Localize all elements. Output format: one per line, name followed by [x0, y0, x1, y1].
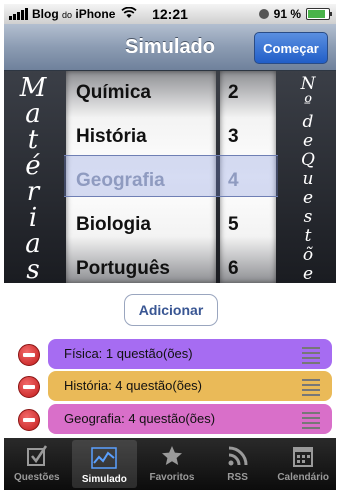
add-button[interactable]: Adicionar: [124, 294, 218, 326]
rss-icon: [224, 442, 252, 470]
subjects-letter: a: [25, 229, 41, 259]
questions-letter: u: [302, 169, 314, 189]
chart-icon: [90, 444, 118, 472]
tab-bar: Questões Simulado Favoritos RSS Calendário: [4, 438, 336, 490]
subjects-vertical-label: Matérias: [10, 75, 56, 283]
remove-icon[interactable]: [18, 344, 40, 366]
tab-label: Favoritos: [149, 472, 195, 483]
list-item: História: 4 questão(ões): [4, 370, 336, 402]
picker-subject-option[interactable]: História: [66, 115, 216, 159]
questions-letter: õ: [302, 245, 314, 265]
reorder-handle-icon[interactable]: [302, 347, 320, 367]
list-item-bar[interactable]: Física: 1 questão(ões): [48, 339, 332, 369]
list-item-bar[interactable]: História: 4 questão(ões): [48, 371, 332, 401]
subjects-letter: t: [27, 125, 39, 155]
battery-percent: 91 %: [273, 7, 301, 21]
list-item-label: Física: 1 questão(ões): [64, 346, 193, 361]
subjects-letter: é: [25, 151, 41, 181]
quiz-picker: Matérias Química História Geografia Biologi…: [4, 71, 336, 283]
picker-subject-option[interactable]: Química: [66, 71, 216, 115]
reorder-handle-icon[interactable]: [302, 412, 320, 432]
list-item: Geografia: 4 questão(ões): [4, 403, 336, 435]
remove-icon[interactable]: [18, 409, 40, 431]
tab-label: Questões: [14, 472, 60, 483]
carrier-suffix: iPhone: [75, 7, 116, 21]
carrier-mid: do: [62, 10, 73, 20]
picker-subject-option[interactable]: Geografia: [66, 159, 216, 203]
picker-count-option[interactable]: 3: [220, 115, 276, 159]
checkbox-icon: [23, 442, 51, 470]
tab-label: Simulado: [81, 474, 127, 485]
carrier-name: Blog do iPhone: [32, 7, 115, 21]
battery-fill: [308, 10, 326, 18]
subjects-letter: a: [25, 99, 41, 129]
battery-icon: [306, 8, 332, 20]
reorder-handle-icon[interactable]: [302, 379, 320, 399]
orientation-lock-icon: [258, 9, 269, 19]
questions-letter: e: [302, 131, 314, 151]
subjects-letter: r: [26, 177, 40, 207]
tab-questoes[interactable]: Questões: [4, 438, 70, 490]
remove-icon[interactable]: [18, 376, 40, 398]
list-item-bar[interactable]: Geografia: 4 questão(ões): [48, 404, 332, 434]
question-count-vertical-label: NºdeQuestões: [282, 74, 334, 284]
tab-simulado[interactable]: Simulado: [71, 440, 138, 488]
picker-subject-option[interactable]: Português: [66, 247, 216, 283]
subjects-letter: M: [19, 73, 47, 103]
tab-label: Calendário: [277, 472, 330, 483]
app-screen: Blog do iPhone 12:21 91 % Simulado Começ…: [0, 0, 340, 490]
navigation-bar: Simulado Começar: [4, 24, 336, 71]
questions-letter: e: [302, 188, 314, 208]
questions-letter: Q: [301, 150, 315, 170]
questions-letter: N: [300, 74, 316, 94]
add-area: Adicionar: [4, 284, 336, 336]
questions-letter: e: [302, 264, 314, 284]
start-button[interactable]: Começar: [254, 32, 328, 64]
tab-label: RSS: [227, 472, 248, 483]
carrier-prefix: Blog: [32, 7, 59, 21]
tab-favoritos[interactable]: Favoritos: [139, 438, 205, 490]
questions-letter: t: [304, 226, 312, 246]
wifi-icon: [121, 6, 138, 22]
subject-wheel[interactable]: Química História Geografia Biologia Portuguê…: [66, 71, 216, 283]
subjects-letter: i: [28, 203, 38, 233]
picker-count-option[interactable]: 2: [220, 71, 276, 115]
status-bar: Blog do iPhone 12:21 91 %: [4, 4, 336, 24]
picker-count-option[interactable]: 6: [220, 247, 276, 283]
subjects-letter: s: [26, 255, 40, 283]
list-item-label: Geografia: 4 questão(ões): [64, 411, 216, 426]
picker-count-option[interactable]: 4: [220, 159, 276, 203]
question-count-wheel[interactable]: 23456: [220, 71, 276, 283]
tab-calendario[interactable]: Calendário: [270, 438, 336, 490]
picker-subject-option[interactable]: Biologia: [66, 203, 216, 247]
questions-letter: d: [302, 112, 314, 132]
signal-icon: [9, 8, 28, 20]
picker-count-option[interactable]: 5: [220, 203, 276, 247]
tab-rss[interactable]: RSS: [205, 438, 271, 490]
calendar-icon: [289, 442, 317, 470]
list-item: Física: 1 questão(ões): [4, 338, 336, 370]
questions-letter: º: [304, 93, 312, 113]
star-icon: [158, 442, 186, 470]
questions-letter: s: [303, 207, 313, 227]
list-item-label: História: 4 questão(ões): [64, 378, 203, 393]
